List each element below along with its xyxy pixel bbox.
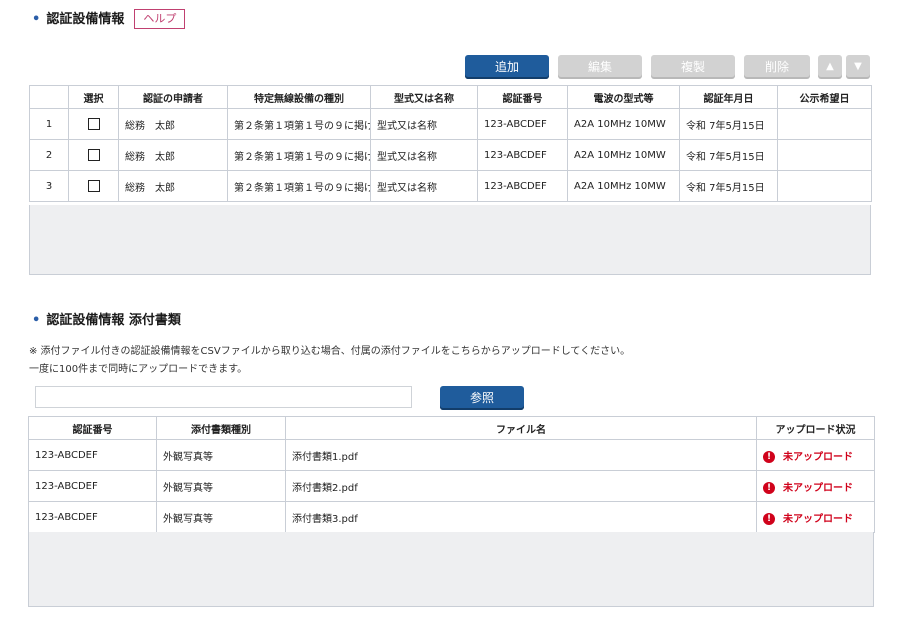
select-checkbox[interactable] xyxy=(87,180,100,192)
file-name-cell: 添付書類3.pdf xyxy=(285,501,757,533)
bullet-icon: • xyxy=(32,12,41,27)
col-header-cert-date: 認証年月日 xyxy=(679,85,778,109)
col-header-cert-number: 認証番号 xyxy=(477,85,568,109)
section-title-cert-equipment: • 認証設備情報 ヘルプ xyxy=(32,8,186,29)
col-header-model: 型式又は名称 xyxy=(370,85,478,109)
upload-note: ※ 添付ファイル付きの認証設備情報をCSVファイルから取り込む場合、付属の添付フ… xyxy=(29,343,630,379)
upload-status-cell: ! 未アップロード xyxy=(756,470,875,502)
table-empty-area xyxy=(29,205,871,275)
applicant-cell: 総務 太郎 xyxy=(118,170,228,202)
equipment-type-cell: 第２条第１項第１号の９に掲げる xyxy=(227,170,371,202)
add-button[interactable]: 追加 xyxy=(465,55,549,79)
col-header-select: 選択 xyxy=(68,85,119,109)
col-header-cert-number: 認証番号 xyxy=(28,416,157,440)
cert-date-cell: 令和 7年5月15日 xyxy=(679,139,778,171)
upload-status-text: 未アップロード xyxy=(783,513,853,525)
move-down-button[interactable]: ▼ xyxy=(846,55,870,79)
col-header-doc-type: 添付書類種別 xyxy=(156,416,286,440)
applicant-cell: 総務 太郎 xyxy=(118,139,228,171)
col-header-equipment-type: 特定無線設備の種別 xyxy=(227,85,371,109)
emission-cell: A2A 10MHz 10MW xyxy=(567,170,680,202)
upload-note-line-2: 一度に100件まで同時にアップロードできます。 xyxy=(29,364,248,375)
error-icon: ! xyxy=(763,481,775,494)
select-cell xyxy=(68,139,119,171)
bullet-icon: • xyxy=(32,313,41,328)
cert-date-cell: 令和 7年5月15日 xyxy=(679,108,778,140)
cert-number-cell: 123-ABCDEF xyxy=(28,470,157,502)
upload-status-cell: ! 未アップロード xyxy=(756,439,875,471)
edit-button[interactable]: 編集 xyxy=(558,55,642,79)
table-row[interactable]: 2 総務 太郎 第２条第１項第１号の９に掲げる 型式又は名称 123-ABCDE… xyxy=(29,139,872,171)
col-header-number xyxy=(29,85,69,109)
col-header-publish-date: 公示希望日 xyxy=(777,85,872,109)
upload-note-line-1: ※ 添付ファイル付きの認証設備情報をCSVファイルから取り込む場合、付属の添付フ… xyxy=(29,346,631,357)
select-checkbox[interactable] xyxy=(87,149,100,161)
model-cell: 型式又は名称 xyxy=(370,170,478,202)
upload-status-text: 未アップロード xyxy=(783,451,853,463)
table-row[interactable]: 1 総務 太郎 第２条第１項第１号の９に掲げる 型式又は名称 123-ABCDE… xyxy=(29,108,872,140)
file-path-input[interactable] xyxy=(35,386,412,408)
table-row[interactable]: 123-ABCDEF 外観写真等 添付書類2.pdf ! 未アップロード xyxy=(28,470,875,502)
emission-cell: A2A 10MHz 10MW xyxy=(567,139,680,171)
select-cell xyxy=(68,170,119,202)
select-cell xyxy=(68,108,119,140)
emission-cell: A2A 10MHz 10MW xyxy=(567,108,680,140)
model-cell: 型式又は名称 xyxy=(370,108,478,140)
model-cell: 型式又は名称 xyxy=(370,139,478,171)
copy-button[interactable]: 複製 xyxy=(651,55,735,79)
help-button[interactable]: ヘルプ xyxy=(134,9,186,29)
col-header-emission: 電波の型式等 xyxy=(567,85,680,109)
triangle-up-icon: ▲ xyxy=(826,61,834,72)
move-up-button[interactable]: ▲ xyxy=(818,55,842,79)
applicant-cell: 総務 太郎 xyxy=(118,108,228,140)
upload-status-cell: ! 未アップロード xyxy=(756,501,875,533)
publish-date-cell xyxy=(777,170,872,202)
publish-date-cell xyxy=(777,108,872,140)
error-icon: ! xyxy=(763,512,775,525)
browse-button[interactable]: 参照 xyxy=(440,386,524,410)
row-number: 3 xyxy=(29,170,69,202)
doc-type-cell: 外観写真等 xyxy=(156,501,286,533)
table-row[interactable]: 3 総務 太郎 第２条第１項第１号の９に掲げる 型式又は名称 123-ABCDE… xyxy=(29,170,872,202)
file-name-cell: 添付書類1.pdf xyxy=(285,439,757,471)
col-header-applicant: 認証の申請者 xyxy=(118,85,228,109)
col-header-file-name: ファイル名 xyxy=(285,416,757,440)
row-number: 2 xyxy=(29,139,69,171)
cert-number-cell: 123-ABCDEF xyxy=(477,108,568,140)
col-header-upload-status: アップロード状況 xyxy=(756,416,875,440)
table-row[interactable]: 123-ABCDEF 外観写真等 添付書類3.pdf ! 未アップロード xyxy=(28,501,875,533)
file-name-cell: 添付書類2.pdf xyxy=(285,470,757,502)
table-empty-area xyxy=(28,532,874,607)
doc-type-cell: 外観写真等 xyxy=(156,470,286,502)
section-title-attachments: • 認証設備情報 添付書類 xyxy=(32,309,181,328)
row-number: 1 xyxy=(29,108,69,140)
cert-number-cell: 123-ABCDEF xyxy=(28,439,157,471)
select-checkbox[interactable] xyxy=(87,118,100,130)
section-title-text: 認証設備情報 xyxy=(46,12,125,27)
cert-number-cell: 123-ABCDEF xyxy=(477,170,568,202)
equipment-type-cell: 第２条第１項第１号の９に掲げる xyxy=(227,139,371,171)
cert-number-cell: 123-ABCDEF xyxy=(477,139,568,171)
publish-date-cell xyxy=(777,139,872,171)
table-row[interactable]: 123-ABCDEF 外観写真等 添付書類1.pdf ! 未アップロード xyxy=(28,439,875,471)
cert-equipment-table: 選択 認証の申請者 特定無線設備の種別 型式又は名称 認証番号 電波の型式等 認… xyxy=(29,85,872,202)
table-header-row: 認証番号 添付書類種別 ファイル名 アップロード状況 xyxy=(28,416,875,440)
error-icon: ! xyxy=(763,450,775,463)
section-title-text: 認証設備情報 添付書類 xyxy=(46,313,181,328)
cert-date-cell: 令和 7年5月15日 xyxy=(679,170,778,202)
triangle-down-icon: ▼ xyxy=(854,61,862,72)
attachments-table: 認証番号 添付書類種別 ファイル名 アップロード状況 123-ABCDEF 外観… xyxy=(28,416,875,533)
delete-button[interactable]: 削除 xyxy=(744,55,810,79)
cert-number-cell: 123-ABCDEF xyxy=(28,501,157,533)
table-header-row: 選択 認証の申請者 特定無線設備の種別 型式又は名称 認証番号 電波の型式等 認… xyxy=(29,85,872,109)
upload-status-text: 未アップロード xyxy=(783,482,853,494)
equipment-type-cell: 第２条第１項第１号の９に掲げる xyxy=(227,108,371,140)
doc-type-cell: 外観写真等 xyxy=(156,439,286,471)
